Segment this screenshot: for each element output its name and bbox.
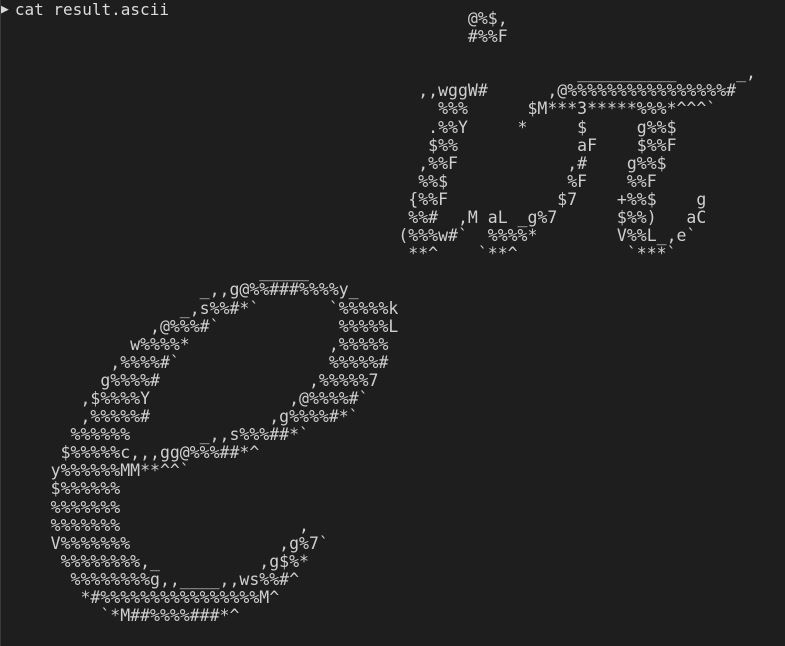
ascii-art-output: @%$, #%%F __________ _, ,,wggW# ,@%%%%%%… xyxy=(50,9,756,626)
terminal-window[interactable]: ▶ cat result.ascii @%$, #%%F __________ _ xyxy=(0,0,785,646)
